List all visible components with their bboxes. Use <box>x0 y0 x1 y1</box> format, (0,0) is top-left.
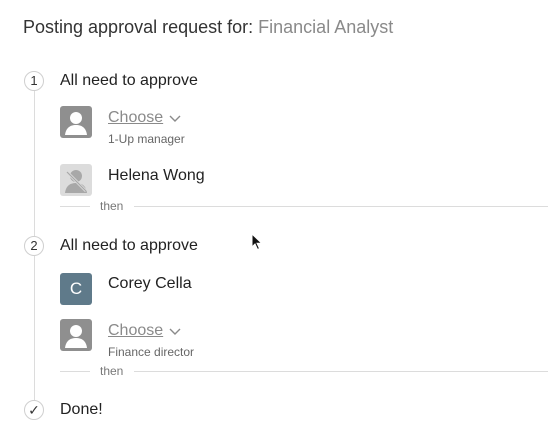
done-label: Done! <box>60 401 103 418</box>
user-disabled-icon <box>60 164 92 196</box>
user-placeholder-icon <box>60 106 92 138</box>
then-separator: then <box>60 199 548 213</box>
chevron-down-icon[interactable] <box>169 115 181 123</box>
avatar-initial: C <box>69 279 83 298</box>
then-label: then <box>100 199 124 213</box>
checkmark-icon: ✓ <box>24 400 44 420</box>
approver-role: Finance director <box>108 345 195 359</box>
mouse-cursor-icon <box>251 233 263 251</box>
step-1-title: All need to approve <box>60 72 198 89</box>
job-title: Financial Analyst <box>258 17 394 37</box>
then-label: then <box>100 364 124 378</box>
approver-name: Helena Wong <box>108 167 205 184</box>
approver-name: Corey Cella <box>108 275 192 292</box>
chevron-down-icon[interactable] <box>169 328 181 336</box>
page-title-prefix: Posting approval request for: <box>23 17 254 37</box>
page-title: Posting approval request for: Financial … <box>23 17 393 38</box>
user-placeholder-icon <box>60 319 92 351</box>
choose-approver-link[interactable]: Choose <box>108 322 163 340</box>
then-separator: then <box>60 364 548 378</box>
avatar: C <box>60 273 92 305</box>
approver-role: 1-Up manager <box>108 132 185 146</box>
choose-approver-link[interactable]: Choose <box>108 109 163 127</box>
step-2-title: All need to approve <box>60 237 198 254</box>
step-1-number: 1 <box>24 71 44 91</box>
step-2-number: 2 <box>24 236 44 256</box>
